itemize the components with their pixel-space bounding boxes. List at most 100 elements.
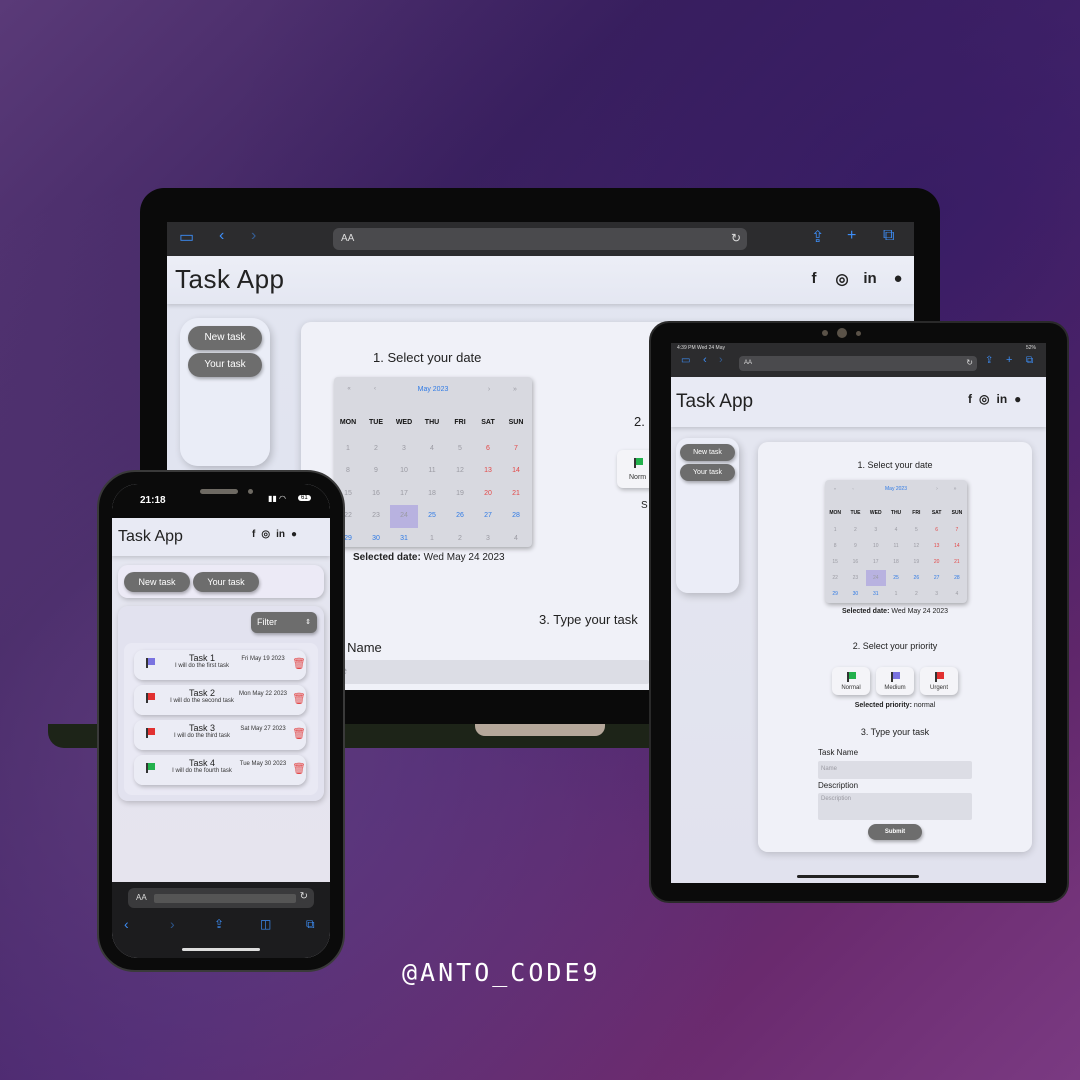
- next-year-button[interactable]: »: [506, 386, 524, 393]
- new-task-button[interactable]: New task: [188, 326, 262, 350]
- calendar-day[interactable]: 24: [390, 505, 418, 528]
- calendar-day[interactable]: 11: [418, 460, 446, 483]
- calendar-day[interactable]: 5: [446, 438, 474, 461]
- trash-icon[interactable]: 🗑: [292, 692, 306, 705]
- calendar-day[interactable]: 8: [825, 538, 845, 554]
- calendar-day[interactable]: 13: [474, 460, 502, 483]
- calendar-day[interactable]: 31: [390, 528, 418, 548]
- calendar-day[interactable]: 21: [502, 483, 530, 506]
- instagram-icon[interactable]: ◎: [833, 270, 851, 288]
- calendar-day[interactable]: 16: [845, 554, 865, 570]
- calendar-day[interactable]: 7: [502, 438, 530, 461]
- prev-year-button[interactable]: «: [340, 386, 358, 392]
- facebook-icon[interactable]: f: [252, 529, 255, 540]
- tabs-icon[interactable]: ⧉: [1026, 355, 1033, 366]
- calendar-day[interactable]: 26: [446, 505, 474, 528]
- calendar-day[interactable]: 4: [947, 586, 967, 602]
- tabs-icon[interactable]: ⧉: [883, 227, 894, 245]
- priority-normal-button[interactable]: Normal: [832, 667, 870, 695]
- calendar-day[interactable]: 18: [886, 554, 906, 570]
- calendar-day[interactable]: 26: [906, 570, 926, 586]
- task-name-input[interactable]: Name: [818, 761, 972, 779]
- calendar-day[interactable]: 1: [334, 438, 362, 461]
- calendar-day[interactable]: 12: [906, 538, 926, 554]
- calendar-day[interactable]: 1: [886, 586, 906, 602]
- share-icon[interactable]: ⇪: [985, 355, 993, 366]
- calendar-day[interactable]: 24: [865, 570, 886, 586]
- calendar-day[interactable]: 4: [418, 438, 446, 461]
- calendar-day[interactable]: 14: [502, 460, 530, 483]
- calendar-day[interactable]: 3: [927, 586, 947, 602]
- reload-icon[interactable]: ↻: [966, 358, 973, 367]
- tablet-address-bar[interactable]: AA ↻: [739, 356, 977, 371]
- calendar-day[interactable]: 10: [390, 460, 418, 483]
- calendar-day[interactable]: 25: [418, 505, 446, 528]
- reader-icon[interactable]: AA: [744, 360, 752, 366]
- calendar-day[interactable]: 2: [845, 522, 865, 538]
- task-row[interactable]: Task 2I will do the second task Mon May 2…: [134, 685, 306, 715]
- facebook-icon[interactable]: f: [968, 392, 972, 406]
- calendar-day[interactable]: 12: [446, 460, 474, 483]
- task-row[interactable]: Task 4I will do the fourth task Tue May 3…: [134, 755, 306, 785]
- calendar-day[interactable]: 18: [418, 483, 446, 506]
- calendar-day[interactable]: 4: [502, 528, 530, 548]
- calendar-day[interactable]: 27: [927, 570, 947, 586]
- priority-medium-button[interactable]: Medium: [876, 667, 914, 695]
- filter-select[interactable]: Filter ⇕: [251, 612, 317, 633]
- bookmarks-icon[interactable]: ◫: [260, 917, 271, 931]
- sidebar-toggle-icon[interactable]: ▭: [179, 227, 194, 247]
- github-icon[interactable]: ●: [291, 529, 297, 540]
- calendar-day[interactable]: 11: [886, 538, 906, 554]
- calendar-day[interactable]: 28: [502, 505, 530, 528]
- reader-icon[interactable]: AA: [136, 893, 147, 902]
- forward-icon[interactable]: ›: [719, 354, 723, 366]
- new-tab-icon[interactable]: +: [1006, 354, 1012, 366]
- url-text-field[interactable]: [154, 894, 296, 903]
- calendar-day[interactable]: 2: [906, 586, 926, 602]
- calendar-day[interactable]: 19: [906, 554, 926, 570]
- instagram-icon[interactable]: ◎: [261, 529, 270, 540]
- reload-icon[interactable]: ↻: [300, 891, 308, 902]
- calendar-day[interactable]: 9: [362, 460, 390, 483]
- next-month-button[interactable]: ›: [480, 386, 498, 393]
- calendar-day[interactable]: 17: [866, 554, 886, 570]
- calendar-day[interactable]: 21: [947, 554, 967, 570]
- calendar-day[interactable]: 15: [825, 554, 845, 570]
- calendar-day[interactable]: 20: [927, 554, 947, 570]
- your-task-button[interactable]: Your task: [188, 353, 262, 377]
- your-task-button[interactable]: Your task: [680, 464, 735, 481]
- task-name-input[interactable]: me: [329, 660, 649, 684]
- calendar-month-label[interactable]: May 2023: [394, 386, 472, 393]
- trash-icon[interactable]: 🗑: [292, 657, 306, 670]
- calendar-day[interactable]: 3: [866, 522, 886, 538]
- calendar-day[interactable]: 13: [927, 538, 947, 554]
- forward-icon[interactable]: ›: [170, 916, 175, 932]
- priority-urgent-button[interactable]: Urgent: [920, 667, 958, 695]
- calendar-day[interactable]: 6: [927, 522, 947, 538]
- calendar-day[interactable]: 27: [474, 505, 502, 528]
- github-icon[interactable]: ●: [889, 270, 907, 288]
- calendar-day[interactable]: 9: [845, 538, 865, 554]
- next-month-button[interactable]: ›: [929, 486, 945, 492]
- calendar-day[interactable]: 14: [947, 538, 967, 554]
- calendar-day[interactable]: 23: [845, 570, 865, 586]
- back-icon[interactable]: ‹: [124, 916, 129, 932]
- share-icon[interactable]: ⇪: [811, 227, 824, 247]
- description-input[interactable]: Description: [818, 793, 972, 820]
- new-task-button[interactable]: New task: [124, 572, 190, 592]
- calendar-day[interactable]: 25: [886, 570, 906, 586]
- reload-icon[interactable]: ↻: [731, 231, 741, 245]
- calendar-day[interactable]: 2: [446, 528, 474, 548]
- forward-icon[interactable]: ›: [251, 227, 256, 245]
- calendar-day[interactable]: 4: [886, 522, 906, 538]
- prev-month-button[interactable]: ‹: [845, 486, 861, 491]
- calendar-day[interactable]: 28: [947, 570, 967, 586]
- calendar-day[interactable]: 3: [390, 438, 418, 461]
- calendar-day[interactable]: 7: [947, 522, 967, 538]
- calendar-day[interactable]: 30: [362, 528, 390, 548]
- instagram-icon[interactable]: ◎: [979, 392, 989, 406]
- sidebar-toggle-icon[interactable]: ▭: [681, 355, 690, 366]
- back-icon[interactable]: ‹: [703, 354, 707, 366]
- linkedin-icon[interactable]: in: [861, 270, 879, 288]
- next-year-button[interactable]: »: [947, 486, 963, 492]
